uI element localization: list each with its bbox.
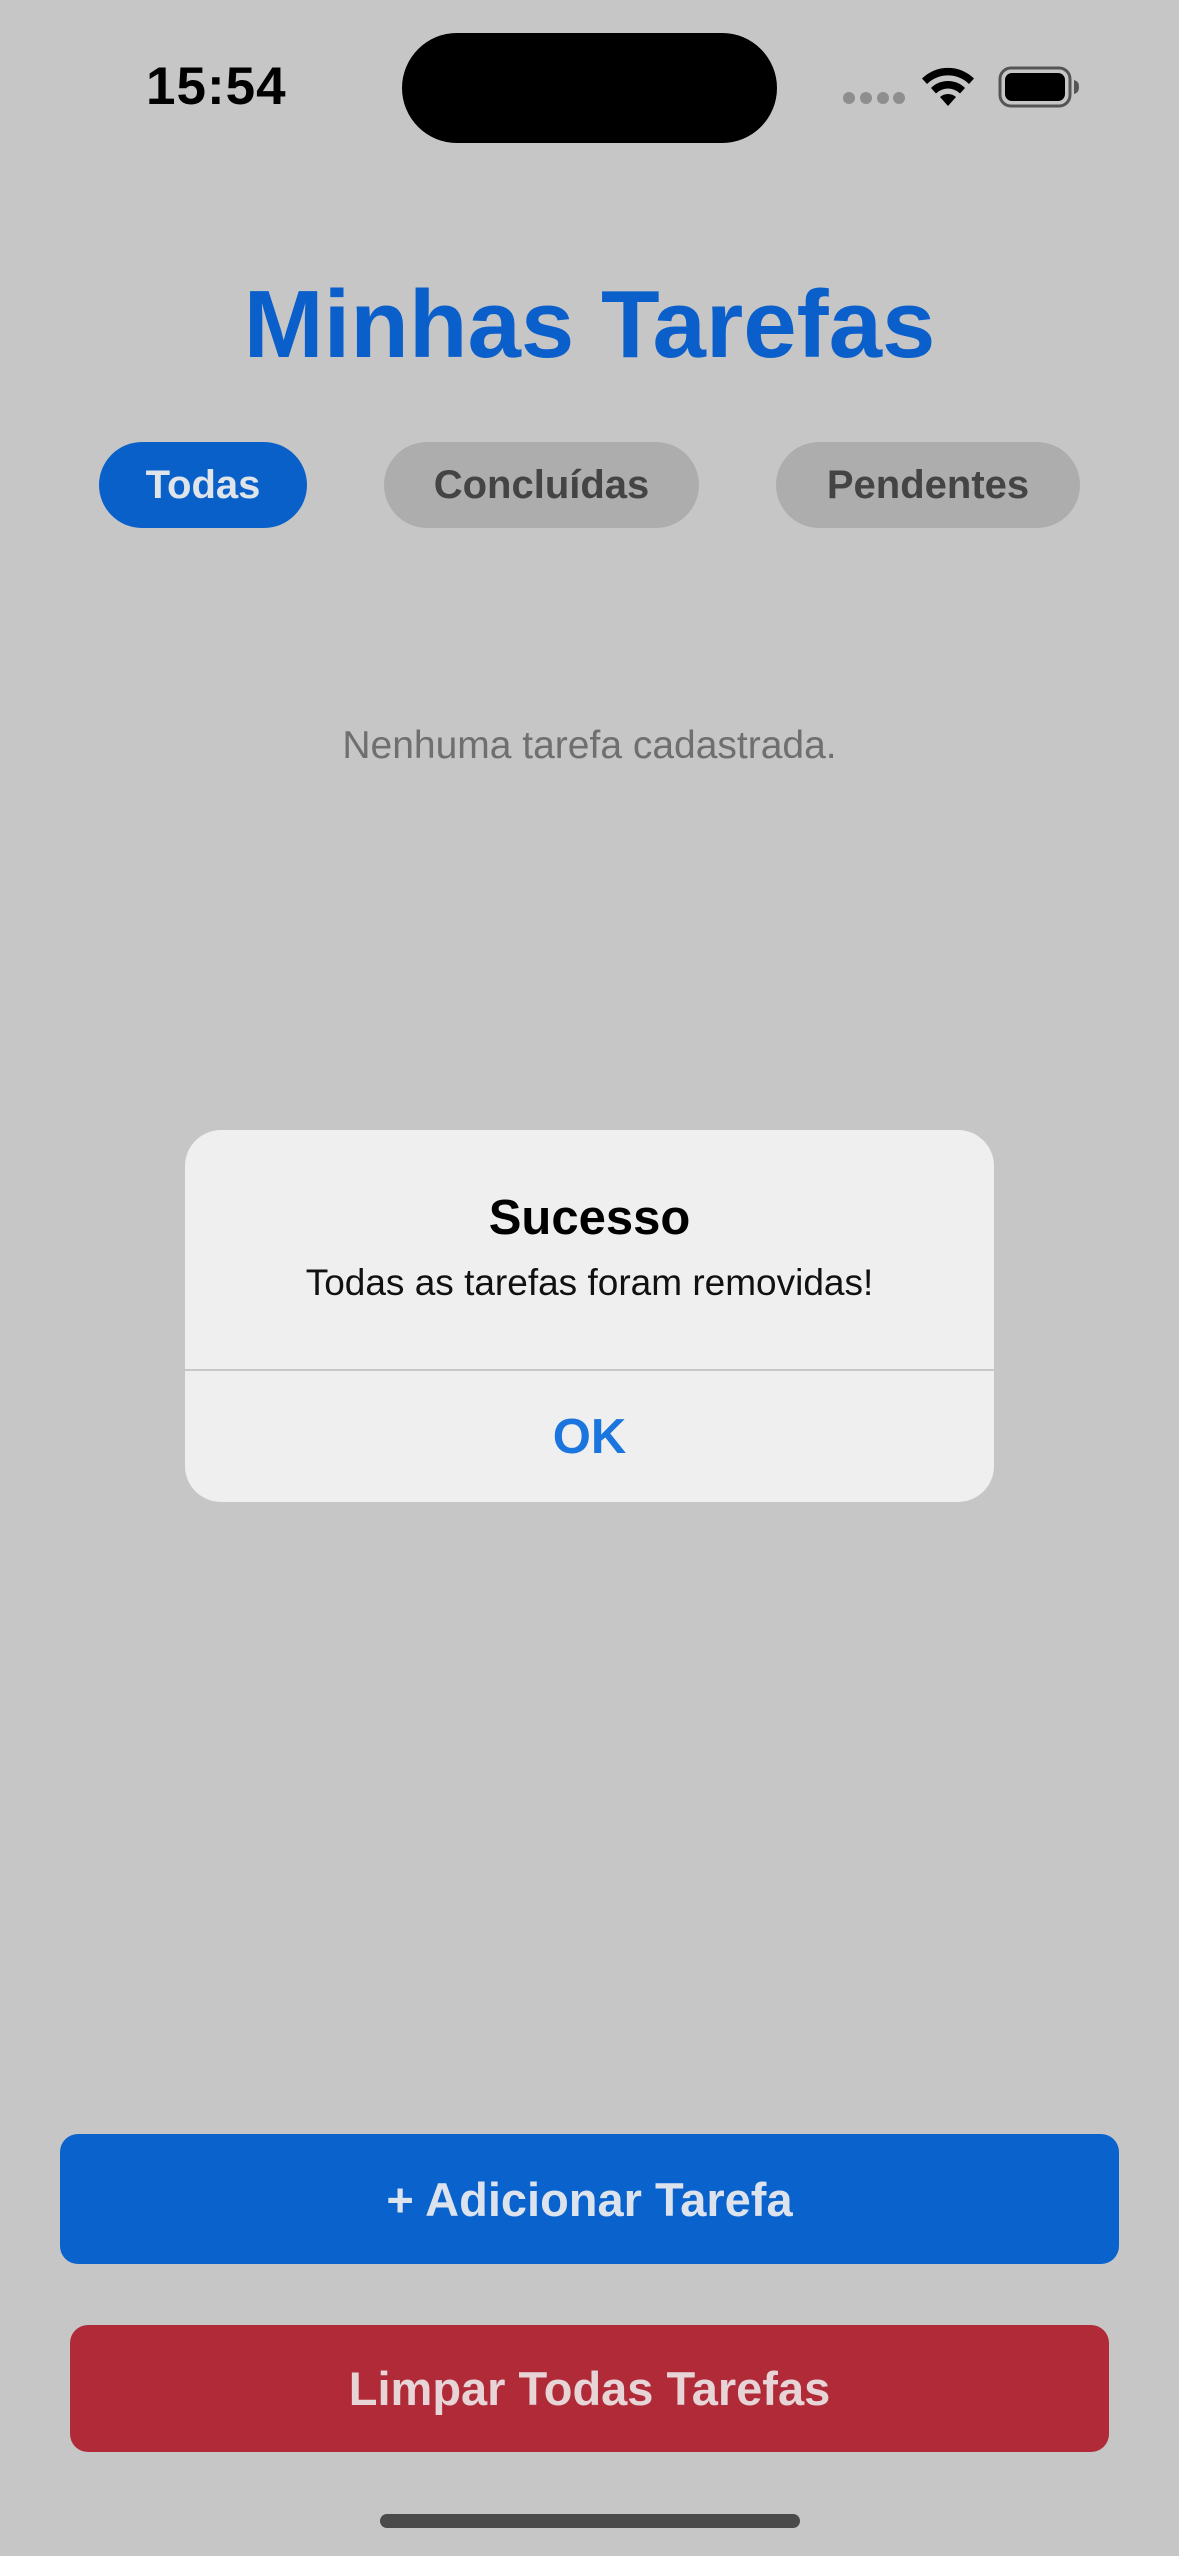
dynamic-island [402,33,777,143]
alert-title: Sucesso [488,1191,691,1245]
status-time: 15:54 [146,57,287,116]
battery-icon [998,66,1079,108]
success-alert-dialog: Sucesso Todas as tarefas foram removidas… [185,1130,994,1502]
app-screen: 15:54 Minhas Tarefas Todas Concluídas Pe… [0,0,1179,2556]
cellular-signal-icon [843,92,905,104]
clear-all-tasks-button[interactable]: Limpar Todas Tarefas [70,2325,1109,2452]
filter-completed-button[interactable]: Concluídas [384,442,699,528]
alert-ok-button[interactable]: OK [185,1371,994,1502]
wifi-icon [922,67,974,106]
filter-pending-button[interactable]: Pendentes [776,442,1080,528]
filter-all-button[interactable]: Todas [99,442,307,528]
home-indicator[interactable] [380,2514,800,2528]
add-task-button[interactable]: + Adicionar Tarefa [60,2134,1119,2264]
empty-state-message: Nenhuma tarefa cadastrada. [342,724,837,767]
alert-message: Todas as tarefas foram removidas! [305,1262,874,1303]
page-title: Minhas Tarefas [243,271,936,378]
